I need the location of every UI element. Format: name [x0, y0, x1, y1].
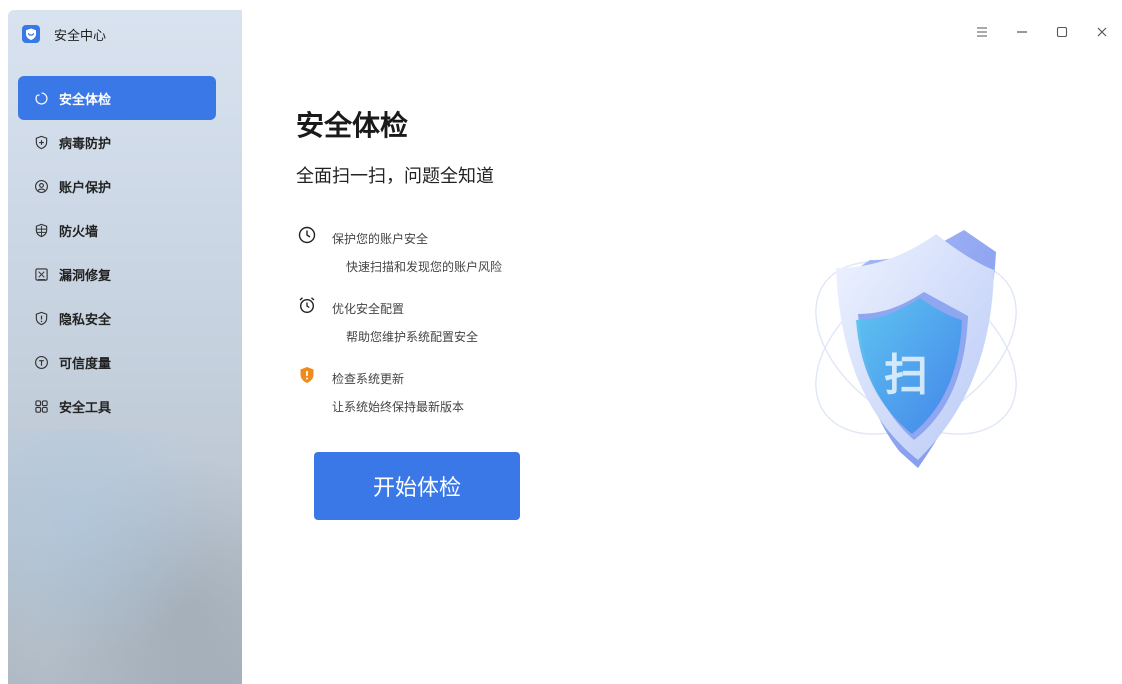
- tools-grid-icon: [34, 399, 49, 414]
- sidebar-item-label: 隐私安全: [59, 312, 112, 328]
- feature-description: 让系统始终保持最新版本: [332, 400, 465, 414]
- app-logo-icon: [22, 25, 40, 43]
- menu-button[interactable]: [962, 22, 1002, 44]
- sidebar-item-security-tools[interactable]: 安全工具: [18, 384, 216, 428]
- privacy-shield-icon: [34, 311, 49, 326]
- feature-title: 保护您的账户安全: [332, 232, 429, 246]
- sidebar-item-label: 漏洞修复: [59, 268, 112, 284]
- vulnerability-icon: [34, 267, 49, 282]
- sidebar-item-label: 可信度量: [59, 356, 112, 372]
- illustration-label: 扫: [884, 350, 928, 401]
- scan-refresh-icon: [34, 91, 49, 106]
- sidebar-item-trust-measurement[interactable]: 可信度量: [18, 340, 216, 384]
- feature-title: 检查系统更新: [332, 372, 405, 386]
- user-circle-icon: [34, 179, 49, 194]
- sidebar-item-label: 病毒防护: [59, 136, 112, 152]
- page-title: 安全体检: [296, 109, 409, 142]
- maximize-icon: [1055, 24, 1069, 43]
- maximize-button[interactable]: [1042, 22, 1082, 44]
- page-subtitle: 全面扫一扫，问题全知道: [296, 166, 494, 187]
- trust-shield-icon: [34, 355, 49, 370]
- app-header: 安全中心: [22, 24, 106, 44]
- sidebar-item-account-protection[interactable]: 账户保护: [18, 164, 216, 208]
- close-icon: [1095, 24, 1109, 43]
- minimize-button[interactable]: [1002, 22, 1042, 44]
- sidebar-item-security-checkup[interactable]: 安全体检: [18, 76, 216, 120]
- start-checkup-button[interactable]: 开始体检: [314, 452, 520, 520]
- minimize-icon: [1015, 24, 1029, 43]
- security-shield-illustration: 扫: [796, 220, 1036, 480]
- feature-description: 帮助您维护系统配置安全: [346, 330, 479, 344]
- close-button[interactable]: [1082, 22, 1122, 44]
- firewall-icon: [34, 223, 49, 238]
- sidebar-item-virus-protection[interactable]: 病毒防护: [18, 120, 216, 164]
- menu-icon: [975, 24, 989, 43]
- app-window: 安全中心 安全体检 病毒防护 账户保护 防火墙 漏洞修复 隐私安全 可信度量 安…: [8, 10, 1122, 684]
- sidebar-item-firewall[interactable]: 防火墙: [18, 208, 216, 252]
- sidebar-item-privacy-security[interactable]: 隐私安全: [18, 296, 216, 340]
- sidebar-item-vulnerability-fix[interactable]: 漏洞修复: [18, 252, 216, 296]
- feature-description: 快速扫描和发现您的账户风险: [346, 260, 503, 274]
- sidebar-item-label: 安全体检: [59, 92, 112, 108]
- sidebar: 安全中心 安全体检 病毒防护 账户保护 防火墙 漏洞修复 隐私安全 可信度量 安…: [8, 10, 242, 684]
- orange-shield-warning-icon: [298, 366, 316, 384]
- clock-icon: [298, 226, 316, 244]
- sidebar-background: [8, 430, 242, 684]
- sidebar-item-label: 防火墙: [59, 224, 99, 240]
- sidebar-nav: 安全体检 病毒防护 账户保护 防火墙 漏洞修复 隐私安全 可信度量 安全工具: [18, 76, 216, 428]
- feature-title: 优化安全配置: [332, 302, 405, 316]
- sidebar-item-label: 安全工具: [59, 400, 112, 416]
- app-title: 安全中心: [54, 28, 107, 44]
- alarm-clock-icon: [298, 296, 316, 314]
- sidebar-item-label: 账户保护: [59, 180, 112, 196]
- window-controls: [962, 22, 1122, 44]
- shield-plus-icon: [34, 135, 49, 150]
